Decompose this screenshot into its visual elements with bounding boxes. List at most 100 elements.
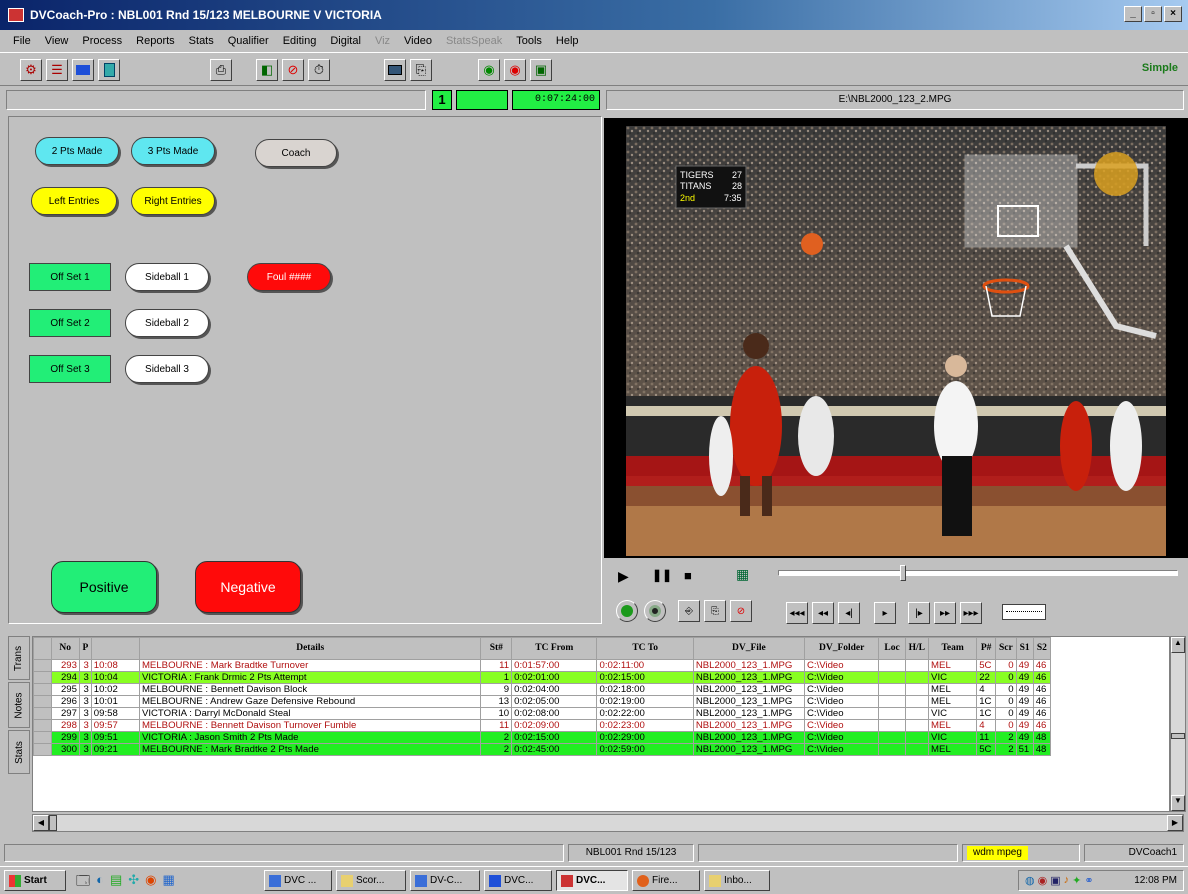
cell-s2[interactable]: 46 [1032, 683, 1052, 696]
right-entries-button[interactable]: Right Entries [131, 187, 215, 215]
cell-s1[interactable]: 49 [1015, 719, 1034, 732]
cell-pnum[interactable]: 1C [976, 707, 997, 720]
cell-p[interactable]: 3 [78, 719, 92, 732]
document-icon[interactable] [98, 59, 120, 81]
cell-hl[interactable] [904, 743, 930, 756]
cell-pnum[interactable]: 5C [976, 659, 997, 672]
stop-red-icon[interactable]: ◉ [504, 59, 526, 81]
cell-tc-from[interactable]: 0:01:57:00 [511, 659, 598, 672]
stop-icon[interactable]: ■ [684, 568, 692, 583]
cell-st[interactable]: 10 [480, 707, 513, 720]
menu-editing[interactable]: Editing [276, 35, 324, 47]
split-icon[interactable]: ⎘ [410, 59, 432, 81]
col-dv-file[interactable]: DV_File [692, 637, 805, 660]
cell-p[interactable]: 3 [78, 707, 92, 720]
cell-no[interactable]: 299 [50, 731, 80, 744]
cell-details[interactable]: MELBOURNE : Bennett Davison Turnover Fum… [138, 719, 482, 732]
cell-pnum[interactable]: 4 [976, 719, 997, 732]
cell-team[interactable]: MEL [928, 683, 978, 696]
seek-thumb[interactable] [900, 565, 906, 581]
cell-st[interactable]: 2 [480, 731, 513, 744]
col-pnum[interactable]: P# [976, 637, 997, 660]
restore-button[interactable]: ▫ [1144, 6, 1162, 22]
step-forward-icon[interactable]: |▸ [908, 602, 930, 624]
positive-button[interactable]: Positive [51, 561, 157, 613]
task-fire[interactable]: Fire... [632, 870, 700, 891]
cell-loc[interactable] [878, 671, 906, 684]
horizontal-scrollbar[interactable]: ◀ ▶ [32, 814, 1184, 832]
cell-no[interactable]: 295 [50, 683, 80, 696]
cell-s2[interactable]: 46 [1032, 671, 1052, 684]
cell-loc[interactable] [878, 659, 906, 672]
task-dvc-1[interactable]: DVC ... [264, 870, 332, 891]
cell-team[interactable]: VIC [928, 671, 978, 684]
frame-icon[interactable]: ▸ [874, 602, 896, 624]
task-dvc-2[interactable]: DVC... [484, 870, 552, 891]
cell-scr[interactable]: 0 [995, 695, 1017, 708]
col-indicator[interactable] [33, 637, 52, 660]
table-row[interactable]: 298 3 09:57 MELBOURNE : Bennett Davison Tur… [33, 719, 1052, 732]
col-loc[interactable]: Loc [878, 637, 906, 660]
cell-tc-to[interactable]: 0:02:18:00 [596, 683, 694, 696]
cell-tc-from[interactable]: 0:02:09:00 [511, 719, 598, 732]
cell-pnum[interactable]: 4 [976, 683, 997, 696]
minimize-button[interactable]: _ [1124, 6, 1142, 22]
foul-button[interactable]: Foul #### [247, 263, 331, 291]
cell-details[interactable]: VICTORIA : Jason Smith 2 Pts Made [138, 731, 482, 744]
cell-tc-to[interactable]: 0:02:22:00 [596, 707, 694, 720]
task-dv-c[interactable]: DV-C... [410, 870, 480, 891]
rewind-fast-icon[interactable]: ◂◂◂ [786, 602, 808, 624]
scroll-thumb[interactable] [1171, 733, 1185, 739]
cell-dv-folder[interactable]: C:\Video [803, 671, 880, 684]
cancel-icon[interactable]: ⊘ [730, 600, 752, 622]
mode-label[interactable]: Simple [1142, 62, 1178, 74]
cell-p[interactable]: 3 [78, 743, 92, 756]
row-indicator[interactable] [33, 743, 52, 756]
vertical-scrollbar[interactable]: ▲ ▼ [1170, 636, 1186, 812]
cell-dv-folder[interactable]: C:\Video [803, 743, 880, 756]
tab-stats[interactable]: Stats [8, 730, 30, 774]
cell-tc-from[interactable]: 0:02:05:00 [511, 695, 598, 708]
row-indicator[interactable] [33, 695, 52, 708]
cell-pnum[interactable]: 1C [976, 695, 997, 708]
scroll-left-icon[interactable]: ◀ [33, 815, 49, 831]
menu-stats[interactable]: Stats [182, 35, 221, 47]
close-button[interactable]: × [1164, 6, 1182, 22]
cell-no[interactable]: 296 [50, 695, 80, 708]
menu-reports[interactable]: Reports [129, 35, 182, 47]
cell-time[interactable]: 10:01 [90, 695, 140, 708]
cell-scr[interactable]: 0 [995, 683, 1017, 696]
table-row[interactable]: 293 3 10:08 MELBOURNE : Mark Bradtke Turnov… [33, 659, 1052, 672]
cell-dv-file[interactable]: NBL2000_123_1.MPG [692, 695, 805, 708]
row-indicator[interactable] [33, 671, 52, 684]
connection-icon[interactable]: ⚭ [1084, 874, 1093, 887]
cell-time[interactable]: 09:57 [90, 719, 140, 732]
table-row[interactable]: 297 3 09:58 VICTORIA : Darryl McDonald Stea… [33, 707, 1052, 720]
start-button[interactable]: Start [4, 870, 66, 891]
timer-icon[interactable]: ⏱ [308, 59, 330, 81]
table-row[interactable]: 294 3 10:04 VICTORIA : Frank Drmic 2 Pts At… [33, 671, 1052, 684]
cell-tc-from[interactable]: 0:02:15:00 [511, 731, 598, 744]
cell-tc-from[interactable]: 0:02:01:00 [511, 671, 598, 684]
cell-time[interactable]: 09:21 [90, 743, 140, 756]
cell-st[interactable]: 11 [480, 659, 513, 672]
col-st[interactable]: St# [480, 637, 513, 660]
cell-s2[interactable]: 46 [1032, 719, 1052, 732]
cell-dv-folder[interactable]: C:\Video [803, 719, 880, 732]
col-dv-folder[interactable]: DV_Folder [803, 637, 880, 660]
col-p[interactable]: P [78, 637, 92, 660]
cell-scr[interactable]: 0 [995, 659, 1017, 672]
cell-details[interactable]: MELBOURNE : Bennett Davison Block [138, 683, 482, 696]
negative-button[interactable]: Negative [195, 561, 301, 613]
cell-st[interactable]: 11 [480, 719, 513, 732]
cell-tc-from[interactable]: 0:02:45:00 [511, 743, 598, 756]
volume-icon[interactable]: ♪ [1064, 874, 1070, 887]
col-no[interactable]: No [50, 637, 80, 660]
cell-s1[interactable]: 49 [1015, 683, 1034, 696]
cell-team[interactable]: MEL [928, 695, 978, 708]
col-s2[interactable]: S2 [1032, 637, 1052, 660]
off-set-2-button[interactable]: Off Set 2 [29, 309, 111, 337]
cell-team[interactable]: MEL [928, 659, 978, 672]
scroll-up-icon[interactable]: ▲ [1171, 637, 1185, 653]
col-team[interactable]: Team [928, 637, 978, 660]
